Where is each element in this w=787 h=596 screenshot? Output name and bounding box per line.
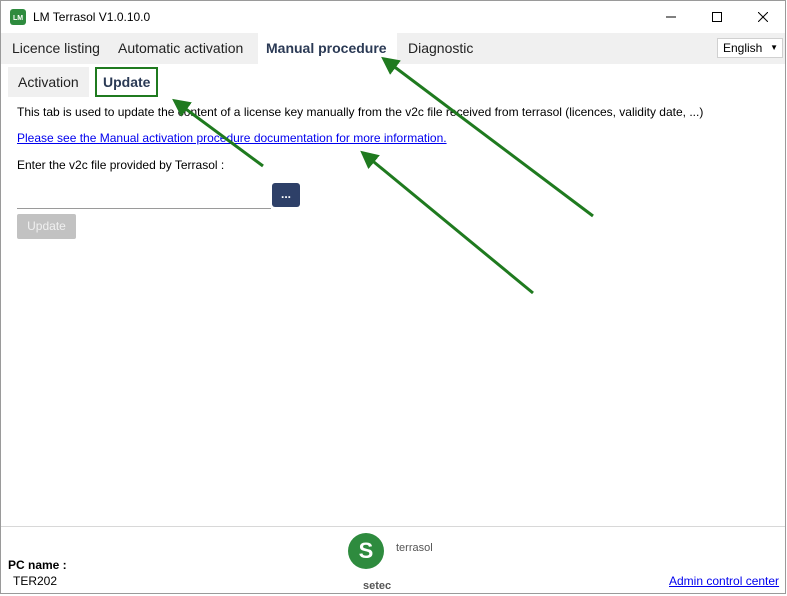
subtab-activation[interactable]: Activation [8,67,89,97]
close-button[interactable] [740,1,786,33]
maximize-button[interactable] [694,1,740,33]
window-title: LM Terrasol V1.0.10.0 [33,10,151,24]
close-icon [758,12,768,22]
terrasol-logo: S terrasol setec [348,533,433,592]
documentation-link[interactable]: Please see the Manual activation procedu… [17,131,447,145]
app-logo-icon: LM [10,9,26,25]
browse-button[interactable]: ... [272,183,300,207]
maximize-icon [712,12,722,22]
pc-name-value: TER202 [13,574,58,588]
language-selected: English [723,41,763,55]
svg-text:S: S [359,538,374,563]
annotation-arrow-link [360,150,534,295]
title-bar: LM LM Terrasol V1.0.10.0 [1,1,785,33]
minimize-icon [666,16,676,18]
v2c-file-input[interactable] [17,184,271,209]
app-window: LM LM Terrasol V1.0.10.0 Licence listing… [0,0,786,594]
language-select[interactable]: English ▼ [717,38,783,58]
main-tab-bar: Licence listing Automatic activation Man… [1,33,785,64]
footer-divider [1,526,785,527]
admin-control-center-link[interactable]: Admin control center [669,574,779,588]
chevron-down-icon: ▼ [770,43,778,52]
tab-manual-procedure[interactable]: Manual procedure [258,33,397,64]
minimize-button[interactable] [648,1,694,33]
tab-diagnostic[interactable]: Diagnostic [400,33,481,64]
pc-name-label: PC name : [8,558,67,572]
v2c-file-label: Enter the v2c file provided by Terrasol … [17,158,225,172]
tab-description: This tab is used to update the content o… [17,105,704,119]
logo-terrasol-text: terrasol [396,542,433,554]
logo-setec-text: setec [363,580,391,592]
tab-automatic-activation[interactable]: Automatic activation [110,33,251,64]
svg-text:LM: LM [13,15,23,22]
subtab-update[interactable]: Update [95,67,159,97]
tab-licence-listing[interactable]: Licence listing [4,33,108,64]
update-button[interactable]: Update [17,214,76,239]
